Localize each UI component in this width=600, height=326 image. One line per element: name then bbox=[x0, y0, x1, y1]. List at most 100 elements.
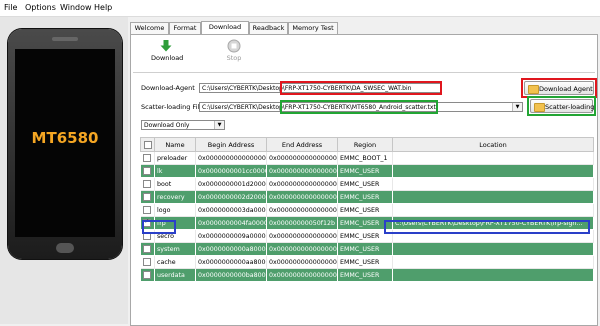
cell-region: EMMC_BOOT_1 bbox=[337, 151, 393, 165]
table-row[interactable]: boot 0x0000000001d20000 0x0000000000000000… bbox=[140, 177, 594, 191]
scatter-button-highlight bbox=[527, 96, 596, 116]
menu-window[interactable]: Window bbox=[60, 3, 92, 12]
cell-end-address: 0x0000000000000000 bbox=[266, 229, 338, 243]
cell-location[interactable] bbox=[392, 203, 594, 217]
cell-begin-address: 0x0000000004fa0000 bbox=[195, 216, 267, 230]
toolbar-divider bbox=[133, 72, 595, 73]
menu-options[interactable]: Options bbox=[25, 3, 56, 12]
cell-end-address: 0x0000000000000000 bbox=[266, 151, 338, 165]
table-row[interactable]: system 0x0000000000a800000 0x0000000000000… bbox=[140, 242, 594, 256]
cell-end-address: 0x0000000000000000 bbox=[266, 242, 338, 256]
download-mode-value: Download Only bbox=[144, 122, 190, 129]
table-row[interactable]: lk 0x0000000001cc0000 0x0000000000000000 EM… bbox=[140, 164, 594, 178]
mode-dropdown-arrow-icon[interactable]: ▼ bbox=[214, 121, 224, 129]
row-checkbox-cell[interactable] bbox=[140, 268, 155, 282]
cell-name: userdata bbox=[154, 268, 196, 282]
partition-table: Name Begin Address End Address Region Lo… bbox=[140, 137, 594, 282]
row-checkbox[interactable] bbox=[143, 154, 152, 162]
phone-speaker bbox=[52, 37, 78, 41]
chip-label: MT6580 bbox=[31, 129, 99, 147]
table-row[interactable]: logo 0x0000000003da0000 0x0000000000000000… bbox=[140, 203, 594, 217]
download-agent-highlight bbox=[280, 81, 442, 95]
tab-readback[interactable]: Readback bbox=[249, 22, 288, 34]
cell-end-address: 0x0000000000000000 bbox=[266, 177, 338, 191]
cell-location[interactable] bbox=[392, 268, 594, 282]
cell-name: recovery bbox=[154, 190, 196, 204]
cell-location[interactable] bbox=[392, 177, 594, 191]
row-checkbox[interactable] bbox=[143, 193, 152, 201]
menu-help[interactable]: Help bbox=[94, 3, 112, 12]
cell-end-address: 0x0000000000000000 bbox=[266, 255, 338, 269]
download-mode-select[interactable]: Download Only ▼ bbox=[141, 120, 225, 130]
frp-row-highlight bbox=[142, 220, 176, 234]
stop-icon bbox=[227, 39, 241, 53]
table-header-row: Name Begin Address End Address Region Lo… bbox=[140, 137, 594, 152]
select-all-checkbox-cell[interactable] bbox=[140, 137, 155, 152]
stop-button-label: Stop bbox=[226, 54, 242, 62]
device-panel: MT6580 bbox=[0, 17, 128, 324]
row-checkbox-cell[interactable] bbox=[140, 177, 155, 191]
cell-name: logo bbox=[154, 203, 196, 217]
cell-begin-address: 0x0000000001d20000 bbox=[195, 177, 267, 191]
cell-region: EMMC_USER bbox=[337, 203, 393, 217]
table-row[interactable]: recovery 0x0000000002d20000 0x000000000000… bbox=[140, 190, 594, 204]
cell-region: EMMC_USER bbox=[337, 268, 393, 282]
column-header-end-address[interactable]: End Address bbox=[266, 137, 338, 152]
download-button-label: Download bbox=[151, 54, 184, 62]
column-header-begin-address[interactable]: Begin Address bbox=[195, 137, 267, 152]
tab-download[interactable]: Download bbox=[201, 21, 249, 34]
row-checkbox-cell[interactable] bbox=[140, 255, 155, 269]
scatter-dropdown-arrow-icon[interactable]: ▼ bbox=[512, 103, 522, 111]
cell-location[interactable] bbox=[392, 151, 594, 165]
table-row[interactable]: cache0x0000000000aa8000000x0000000000000… bbox=[140, 255, 594, 269]
column-header-name[interactable]: Name bbox=[154, 137, 196, 152]
frp-location-highlight bbox=[384, 220, 590, 234]
cell-name: boot bbox=[154, 177, 196, 191]
download-button[interactable]: Download bbox=[151, 39, 184, 62]
cell-name: system bbox=[154, 242, 196, 256]
row-checkbox-cell[interactable] bbox=[140, 203, 155, 217]
cell-name: lk bbox=[154, 164, 196, 178]
row-checkbox-cell[interactable] bbox=[140, 164, 155, 178]
row-checkbox[interactable] bbox=[143, 180, 152, 188]
stop-button[interactable]: Stop bbox=[219, 39, 249, 62]
cell-begin-address: 0x0000000003da0000 bbox=[195, 203, 267, 217]
phone-home-button bbox=[56, 243, 74, 253]
cell-region: EMMC_USER bbox=[337, 177, 393, 191]
table-row[interactable]: preloader 0x0000000000000000 0x00000000000… bbox=[140, 151, 594, 165]
tab-memory-test[interactable]: Memory Test bbox=[288, 22, 338, 34]
download-arrow-icon bbox=[160, 40, 172, 52]
cell-location[interactable] bbox=[392, 190, 594, 204]
phone-image: MT6580 bbox=[8, 29, 122, 259]
tab-format[interactable]: Format bbox=[169, 22, 201, 34]
row-checkbox-cell[interactable] bbox=[140, 190, 155, 204]
cell-end-address: 0x0000000000000000 bbox=[266, 164, 338, 178]
scatter-file-label: Scatter-loading File bbox=[141, 103, 204, 111]
cell-end-address: 0x0000000000000000 bbox=[266, 268, 338, 282]
row-checkbox[interactable] bbox=[143, 206, 152, 214]
cell-region: EMMC_USER bbox=[337, 190, 393, 204]
partition-rows: preloader 0x0000000000000000 0x00000000000… bbox=[140, 151, 594, 282]
column-header-region[interactable]: Region bbox=[337, 137, 393, 152]
cell-name: preloader bbox=[154, 151, 196, 165]
select-all-checkbox[interactable] bbox=[143, 140, 152, 149]
cell-end-address: 0x0000000000000000 bbox=[266, 203, 338, 217]
menu-file[interactable]: File bbox=[4, 3, 17, 12]
phone-screen: MT6580 bbox=[15, 49, 115, 237]
cell-location[interactable] bbox=[392, 164, 594, 178]
row-checkbox[interactable] bbox=[143, 167, 152, 175]
tab-welcome[interactable]: Welcome bbox=[130, 22, 169, 34]
scatter-file-highlight bbox=[280, 100, 438, 114]
cell-location[interactable] bbox=[392, 242, 594, 256]
row-checkbox-cell[interactable] bbox=[140, 151, 155, 165]
row-checkbox-cell[interactable] bbox=[140, 242, 155, 256]
cell-location[interactable] bbox=[392, 255, 594, 269]
cell-end-address: 0x0000000000000000 bbox=[266, 190, 338, 204]
cell-end-address: 0x00000000050f12b bbox=[266, 216, 338, 230]
column-header-location[interactable]: Location bbox=[392, 137, 594, 152]
row-checkbox[interactable] bbox=[143, 245, 152, 253]
row-checkbox[interactable] bbox=[143, 258, 152, 266]
row-checkbox[interactable] bbox=[143, 271, 152, 279]
table-row[interactable]: userdata0x0000000000ba8000000x0000000000… bbox=[140, 268, 594, 282]
cell-region: EMMC_USER bbox=[337, 255, 393, 269]
